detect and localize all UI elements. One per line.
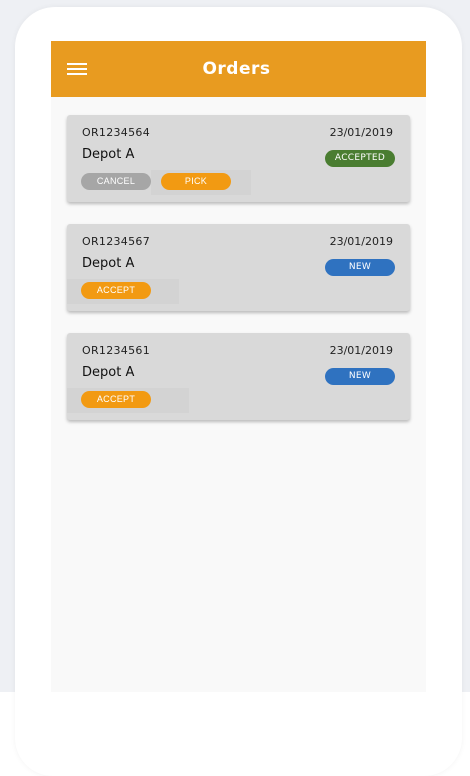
order-id: OR1234564 (82, 126, 150, 139)
order-id: OR1234567 (82, 235, 150, 248)
order-date: 23/01/2019 (329, 235, 393, 248)
page-title: Orders (202, 59, 271, 79)
order-id: OR1234561 (82, 344, 150, 357)
order-card[interactable]: OR1234561 23/01/2019 Depot A NEW ACCEPT (67, 333, 410, 420)
order-card[interactable]: OR1234564 23/01/2019 Depot A ACCEPTED CA… (67, 115, 410, 202)
order-depot: Depot A (82, 147, 135, 162)
cancel-button[interactable]: CANCEL (81, 173, 151, 190)
order-date: 23/01/2019 (329, 344, 393, 357)
pick-button[interactable]: PICK (161, 173, 231, 190)
order-depot: Depot A (82, 365, 135, 380)
order-card[interactable]: OR1234567 23/01/2019 Depot A NEW ACCEPT (67, 224, 410, 311)
app-screen: Orders OR1234564 23/01/2019 Depot A ACCE… (51, 41, 426, 692)
order-depot: Depot A (82, 256, 135, 271)
status-badge: NEW (325, 368, 395, 385)
order-date: 23/01/2019 (329, 126, 393, 139)
status-badge: ACCEPTED (325, 150, 395, 167)
order-list: OR1234564 23/01/2019 Depot A ACCEPTED CA… (67, 115, 410, 442)
app-bar: Orders (51, 41, 426, 97)
accept-button[interactable]: ACCEPT (81, 391, 151, 408)
accept-button[interactable]: ACCEPT (81, 282, 151, 299)
status-badge: NEW (325, 259, 395, 276)
